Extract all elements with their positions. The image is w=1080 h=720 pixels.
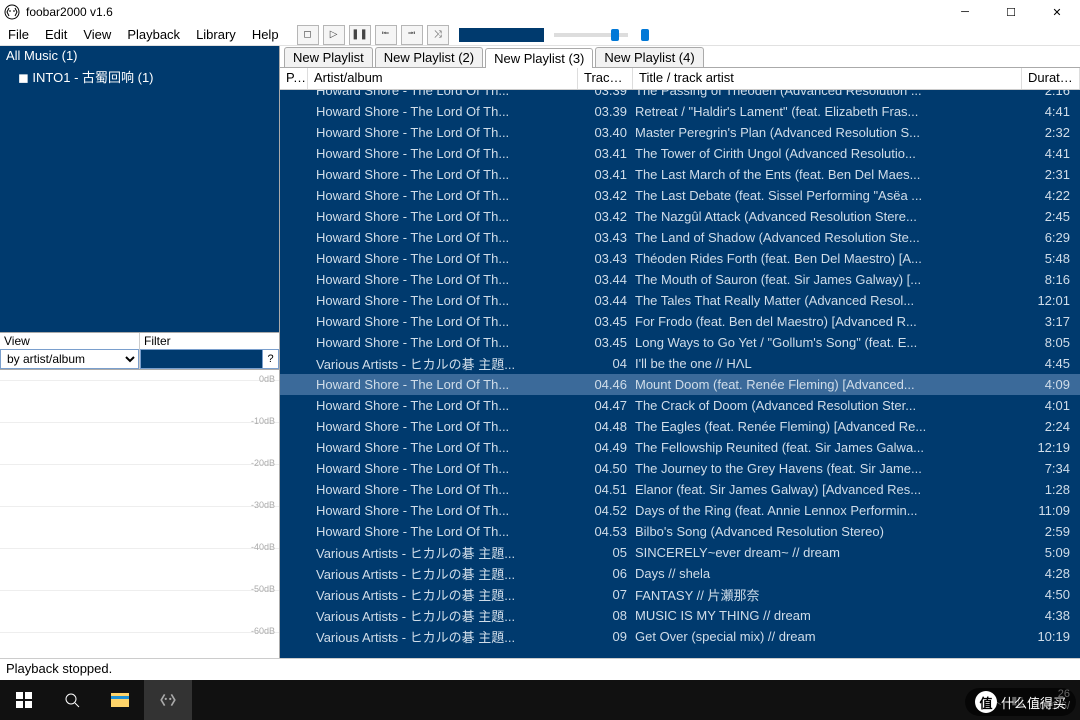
- tree-item[interactable]: All Music (1): [0, 46, 279, 65]
- track-row[interactable]: Howard Shore - The Lord Of Th...03.42The…: [280, 206, 1080, 227]
- view-select[interactable]: by artist/album: [0, 349, 139, 369]
- track-row[interactable]: Howard Shore - The Lord Of Th...04.52Day…: [280, 500, 1080, 521]
- track-row[interactable]: Howard Shore - The Lord Of Th...04.53Bil…: [280, 521, 1080, 542]
- col-artist[interactable]: Artist/album: [308, 68, 578, 89]
- status-bar: Playback stopped.: [0, 658, 1080, 680]
- play-button[interactable]: ▷: [323, 25, 345, 45]
- track-row[interactable]: Various Artists - ヒカルの碁 主題...07FANTASY /…: [280, 584, 1080, 605]
- foobar-logo-icon: [4, 4, 20, 20]
- menu-edit[interactable]: Edit: [37, 25, 75, 44]
- watermark-badge: 值: [975, 691, 997, 713]
- track-row[interactable]: Howard Shore - The Lord Of Th...04.48The…: [280, 416, 1080, 437]
- track-row[interactable]: Howard Shore - The Lord Of Th...03.44The…: [280, 269, 1080, 290]
- volume-slider[interactable]: [554, 33, 628, 37]
- track-row[interactable]: Various Artists - ヒカルの碁 主題...05SINCERELY…: [280, 542, 1080, 563]
- playlist-tab[interactable]: New Playlist: [284, 47, 373, 67]
- window-title: foobar2000 v1.6: [26, 5, 113, 19]
- playlist-tab[interactable]: New Playlist (3): [485, 48, 593, 68]
- col-trackno[interactable]: Track no: [578, 68, 633, 89]
- window-titlebar: foobar2000 v1.6 ─ ☐ ✕: [0, 0, 1080, 24]
- menu-playback[interactable]: Playback: [119, 25, 188, 44]
- track-row[interactable]: Howard Shore - The Lord Of Th...03.45Lon…: [280, 332, 1080, 353]
- filter-help-button[interactable]: ?: [263, 349, 279, 369]
- db-label: -40dB: [251, 542, 275, 552]
- track-row[interactable]: Howard Shore - The Lord Of Th...03.39The…: [280, 90, 1080, 101]
- db-label: -30dB: [251, 500, 275, 510]
- track-row[interactable]: Howard Shore - The Lord Of Th...03.42The…: [280, 185, 1080, 206]
- maximize-button[interactable]: ☐: [988, 0, 1034, 24]
- col-duration[interactable]: Durati...: [1022, 68, 1080, 89]
- track-row[interactable]: Howard Shore - The Lord Of Th...03.45For…: [280, 311, 1080, 332]
- menu-help[interactable]: Help: [244, 25, 287, 44]
- minimize-button[interactable]: ─: [942, 0, 988, 24]
- track-row[interactable]: Howard Shore - The Lord Of Th...03.43The…: [280, 227, 1080, 248]
- menu-view[interactable]: View: [75, 25, 119, 44]
- next-button[interactable]: ⭲: [401, 25, 423, 45]
- track-row[interactable]: Howard Shore - The Lord Of Th...04.49The…: [280, 437, 1080, 458]
- start-button[interactable]: [0, 680, 48, 720]
- track-row[interactable]: Howard Shore - The Lord Of Th...04.46Mou…: [280, 374, 1080, 395]
- menubar: FileEditViewPlaybackLibraryHelp ◻ ▷ ❚❚ ⭰…: [0, 24, 1080, 46]
- track-list[interactable]: Howard Shore - The Lord Of Th...03.39The…: [280, 90, 1080, 658]
- col-playing[interactable]: P...: [280, 68, 308, 89]
- pause-button[interactable]: ❚❚: [349, 25, 371, 45]
- db-label: 0dB: [259, 374, 275, 384]
- foobar-taskbar-icon[interactable]: [144, 680, 192, 720]
- column-header[interactable]: P... Artist/album Track no Title / track…: [280, 68, 1080, 90]
- tree-item[interactable]: ◼ INTO1 - 古蜀回响 (1): [0, 65, 279, 88]
- col-title[interactable]: Title / track artist: [633, 68, 1022, 89]
- seek-bar[interactable]: [459, 28, 544, 42]
- track-row[interactable]: Howard Shore - The Lord Of Th...04.50The…: [280, 458, 1080, 479]
- track-row[interactable]: Howard Shore - The Lord Of Th...04.47The…: [280, 395, 1080, 416]
- menu-library[interactable]: Library: [188, 25, 244, 44]
- track-row[interactable]: Various Artists - ヒカルの碁 主題...04I'll be t…: [280, 353, 1080, 374]
- db-label: -20dB: [251, 458, 275, 468]
- track-row[interactable]: Various Artists - ヒカルの碁 主題...08MUSIC IS …: [280, 605, 1080, 626]
- track-row[interactable]: Howard Shore - The Lord Of Th...03.43Thé…: [280, 248, 1080, 269]
- close-button[interactable]: ✕: [1034, 0, 1080, 24]
- playlist-tab[interactable]: New Playlist (2): [375, 47, 483, 67]
- db-label: -10dB: [251, 416, 275, 426]
- playlist-tabs: New PlaylistNew Playlist (2)New Playlist…: [280, 46, 1080, 68]
- track-row[interactable]: Howard Shore - The Lord Of Th...03.44The…: [280, 290, 1080, 311]
- search-icon[interactable]: [48, 680, 96, 720]
- stop-button[interactable]: ◻: [297, 25, 319, 45]
- toolbar: ◻ ▷ ❚❚ ⭰ ⭲ ⤨: [297, 25, 648, 45]
- left-pane: All Music (1)◼ INTO1 - 古蜀回响 (1) View by …: [0, 46, 280, 658]
- track-row[interactable]: Howard Shore - The Lord Of Th...03.40Mas…: [280, 122, 1080, 143]
- filter-input[interactable]: [140, 349, 263, 369]
- db-label: -50dB: [251, 584, 275, 594]
- taskbar[interactable]: ︿ ▮▯ 262021/6/: [0, 680, 1080, 720]
- prev-button[interactable]: ⭰: [375, 25, 397, 45]
- explorer-icon[interactable]: [96, 680, 144, 720]
- watermark-text: 什么值得买: [1001, 693, 1066, 712]
- menu-file[interactable]: File: [0, 25, 37, 44]
- db-label: -60dB: [251, 626, 275, 636]
- filter-label: Filter: [140, 333, 279, 349]
- playlist-tab[interactable]: New Playlist (4): [595, 47, 703, 67]
- track-row[interactable]: Various Artists - ヒカルの碁 主題...06Days // s…: [280, 563, 1080, 584]
- track-row[interactable]: Various Artists - ヒカルの碁 主題...09Get Over …: [280, 626, 1080, 647]
- random-button[interactable]: ⤨: [427, 25, 449, 45]
- track-row[interactable]: Howard Shore - The Lord Of Th...03.41The…: [280, 164, 1080, 185]
- library-tree[interactable]: All Music (1)◼ INTO1 - 古蜀回响 (1): [0, 46, 279, 332]
- vu-meter: 0dB -10dB -20dB -30dB -40dB -50dB -60dB: [0, 369, 279, 658]
- track-row[interactable]: Howard Shore - The Lord Of Th...04.51Ela…: [280, 479, 1080, 500]
- watermark-overlay: 值 什么值得买: [965, 688, 1076, 716]
- view-label: View: [0, 333, 139, 349]
- track-row[interactable]: Howard Shore - The Lord Of Th...03.41The…: [280, 143, 1080, 164]
- right-pane: New PlaylistNew Playlist (2)New Playlist…: [280, 46, 1080, 658]
- track-row[interactable]: Howard Shore - The Lord Of Th...03.39Ret…: [280, 101, 1080, 122]
